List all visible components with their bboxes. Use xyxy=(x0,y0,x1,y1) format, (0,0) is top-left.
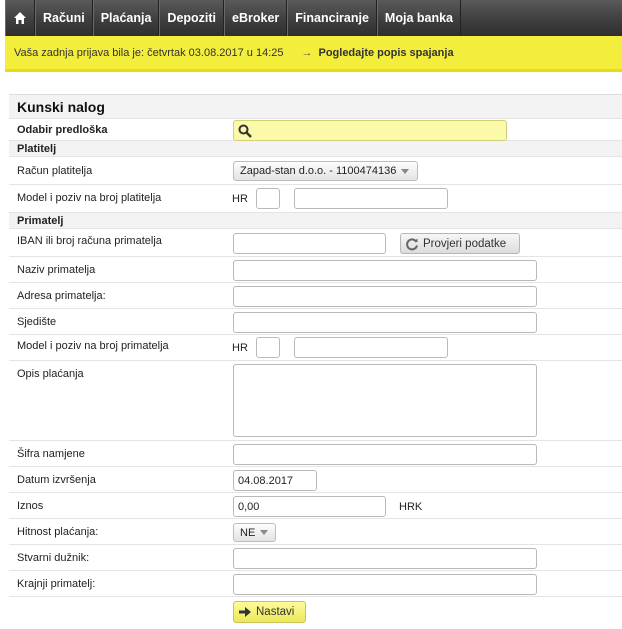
final-recipient-input[interactable] xyxy=(233,574,537,595)
payer-hr-prefix: HR xyxy=(232,193,248,205)
payer-model-row: Model i poziv na broj platitelja HR xyxy=(9,185,622,213)
purpose-code-row: Šifra namjene xyxy=(9,441,622,467)
purpose-code-label: Šifra namjene xyxy=(17,448,85,460)
urgency-select[interactable]: NE xyxy=(233,523,276,542)
payer-section-header: Platitelj xyxy=(9,141,622,157)
payer-reference-input[interactable] xyxy=(294,188,448,209)
check-data-label: Provjeri podatke xyxy=(423,237,507,250)
check-data-button[interactable]: Provjeri podatke xyxy=(400,233,520,254)
seat-label: Sjedište xyxy=(17,316,57,328)
recipient-name-label: Naziv primatelja xyxy=(17,264,96,276)
payer-model-label: Model i poziv na broj platitelja xyxy=(17,192,162,204)
template-row: Odabir predloška xyxy=(9,119,622,141)
recipient-model-row: Model i poziv na broj primatelja HR xyxy=(9,335,622,361)
recipient-section-header: Primatelj xyxy=(9,213,622,229)
recipient-model-input[interactable] xyxy=(256,337,280,358)
top-navigation: Računi Plaćanja Depoziti eBroker Financi… xyxy=(5,0,622,36)
recipient-name-row: Naziv primatelja xyxy=(9,257,622,283)
iban-label: IBAN ili broj računa primatelja xyxy=(17,235,162,247)
nav-item-financiranje[interactable]: Financiranje xyxy=(287,0,377,36)
iban-row: IBAN ili broj računa primatelja Provjeri… xyxy=(9,229,622,257)
template-label: Odabir predloška xyxy=(17,124,108,136)
home-icon xyxy=(14,12,26,24)
actions-row: Nastavi xyxy=(9,597,622,625)
payer-account-label: Račun platitelja xyxy=(17,165,93,177)
chevron-down-icon xyxy=(401,168,410,174)
actual-debtor-input[interactable] xyxy=(233,548,537,569)
purpose-code-input[interactable] xyxy=(233,444,537,465)
recipient-model-label: Model i poziv na broj primatelja xyxy=(17,340,169,352)
home-button[interactable] xyxy=(5,0,35,36)
description-textarea[interactable] xyxy=(233,364,537,437)
template-search-input[interactable] xyxy=(233,120,507,141)
payer-account-select[interactable]: Zapad-stan d.o.o. - 1100474136 xyxy=(233,161,418,181)
iban-input[interactable] xyxy=(233,233,386,254)
recipient-address-label: Adresa primatelja: xyxy=(17,290,106,302)
description-label: Opis plaćanja xyxy=(17,368,84,380)
currency-label: HRK xyxy=(399,501,423,513)
urgency-row: Hitnost plaćanja: NE xyxy=(9,519,622,545)
chevron-down-icon xyxy=(260,530,269,535)
amount-input[interactable] xyxy=(233,496,386,517)
execution-date-label: Datum izvršenja xyxy=(17,474,96,486)
nav-item-depoziti[interactable]: Depoziti xyxy=(159,0,225,36)
actual-debtor-label: Stvarni dužnik: xyxy=(17,552,90,564)
payer-account-value: Zapad-stan d.o.o. - 1100474136 xyxy=(240,165,397,177)
recipient-address-input[interactable] xyxy=(233,286,537,307)
description-row: Opis plaćanja xyxy=(9,361,622,441)
nav-item-ebroker[interactable]: eBroker xyxy=(224,0,288,36)
payer-model-input[interactable] xyxy=(256,188,280,209)
arrow-right-icon: → xyxy=(301,46,313,59)
nav-item-moja-banka[interactable]: Moja banka xyxy=(376,0,461,36)
urgency-value: NE xyxy=(240,526,256,539)
arrow-right-icon xyxy=(239,607,251,617)
seat-row: Sjedište xyxy=(9,309,622,335)
seat-input[interactable] xyxy=(233,312,537,333)
recipient-address-row: Adresa primatelja: xyxy=(9,283,622,309)
nav-item-placanja[interactable]: Plaćanja xyxy=(92,0,160,36)
last-login-bar: Vaša zadnja prijava bila je: četvrtak 03… xyxy=(5,36,622,72)
refresh-icon xyxy=(406,237,418,250)
payer-account-row: Račun platitelja Zapad-stan d.o.o. - 110… xyxy=(9,157,622,185)
final-recipient-row: Krajnji primatelj: xyxy=(9,571,622,597)
connection-list-link[interactable]: Pogledajte popis spajanja xyxy=(318,47,453,59)
execution-date-input[interactable] xyxy=(233,470,317,491)
urgency-label: Hitnost plaćanja: xyxy=(17,526,99,538)
search-icon xyxy=(238,124,252,138)
amount-row: Iznos HRK xyxy=(9,493,622,519)
execution-date-row: Datum izvršenja xyxy=(9,467,622,493)
recipient-name-input[interactable] xyxy=(233,260,537,281)
payment-order-form: Kunski nalog Odabir predloška Platitelj … xyxy=(9,94,622,625)
final-recipient-label: Krajnji primatelj: xyxy=(17,578,96,590)
recipient-reference-input[interactable] xyxy=(294,337,448,358)
form-title: Kunski nalog xyxy=(9,95,622,119)
recipient-hr-prefix: HR xyxy=(232,342,248,354)
last-login-text: Vaša zadnja prijava bila je: četvrtak 03… xyxy=(14,46,284,59)
continue-label: Nastavi xyxy=(256,606,295,618)
nav-item-racuni[interactable]: Računi xyxy=(35,0,93,36)
amount-label: Iznos xyxy=(17,500,44,512)
actual-debtor-row: Stvarni dužnik: xyxy=(9,545,622,571)
continue-button[interactable]: Nastavi xyxy=(233,601,306,623)
